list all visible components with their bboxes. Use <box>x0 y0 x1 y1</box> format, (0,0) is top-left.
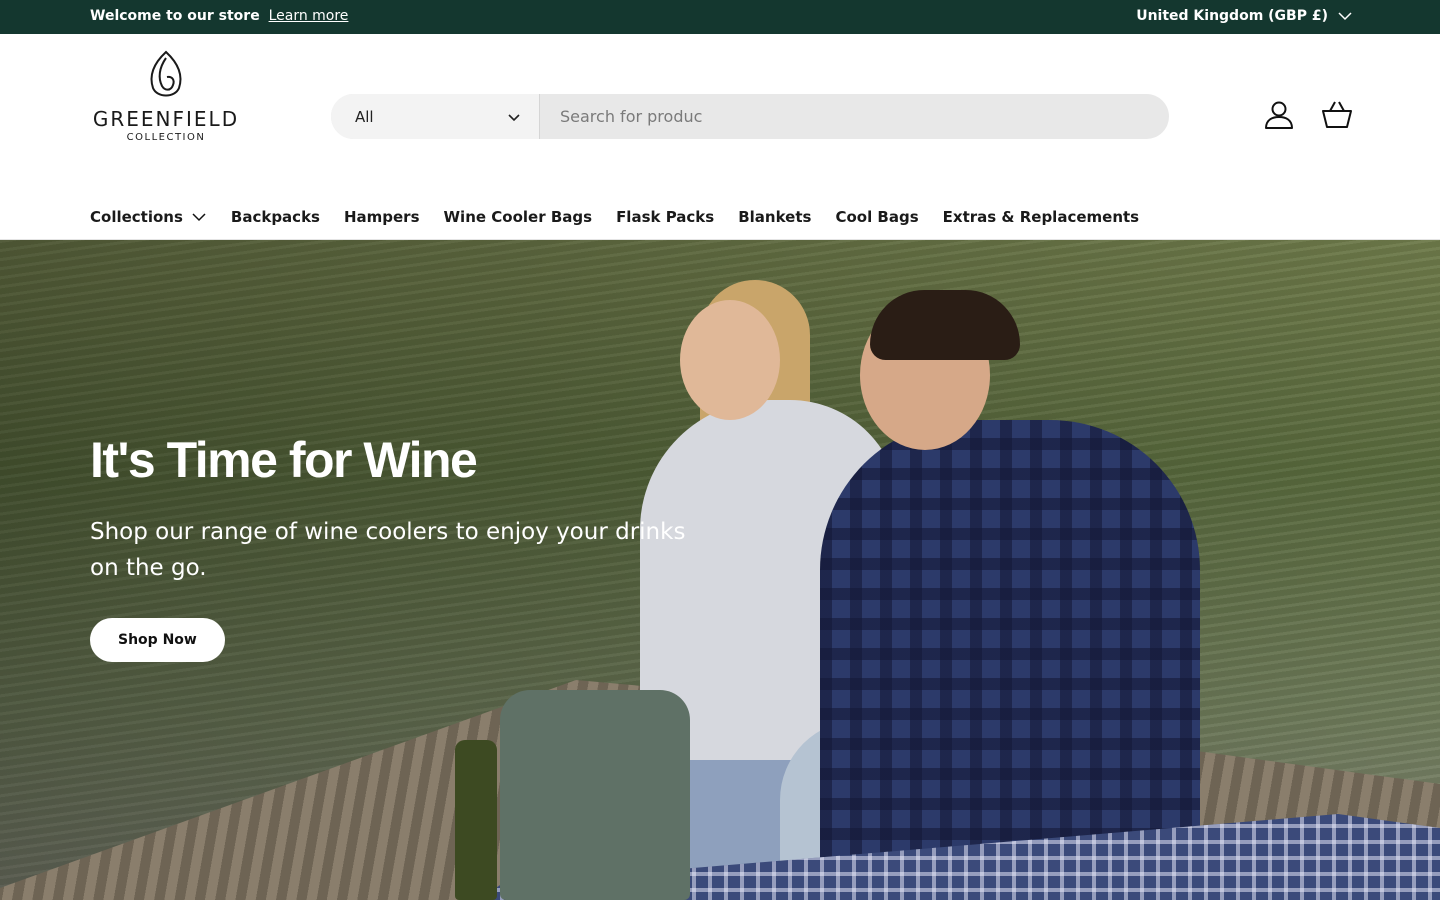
hero-content: It's Time for Wine Shop our range of win… <box>90 430 730 662</box>
hero-subtitle: Shop our range of wine coolers to enjoy … <box>90 519 686 581</box>
region-label: United Kingdom (GBP £) <box>1136 8 1328 24</box>
nav-item-label: Extras & Replacements <box>942 208 1140 226</box>
leaf-logo-icon <box>150 50 182 97</box>
search-bar: All <box>331 94 1169 139</box>
chevron-down-icon <box>1338 12 1352 21</box>
nav-item-label: Hampers <box>343 208 420 226</box>
basket-icon <box>1322 101 1352 128</box>
announcement-bar: Welcome to our store Learn more United K… <box>0 0 1440 34</box>
learn-more-link[interactable]: Learn more <box>269 8 349 24</box>
hero-image-man-body <box>820 420 1200 900</box>
nav-item-hampers[interactable]: Hampers <box>344 208 420 226</box>
user-icon <box>1265 101 1293 129</box>
chevron-down-icon <box>192 213 206 222</box>
hero-image-man-hair <box>870 290 1020 360</box>
hero-image-wine-bottle <box>455 740 497 900</box>
nav-item-label: Wine Cooler Bags <box>443 208 593 226</box>
nav-item-label: Backpacks <box>230 208 320 226</box>
header-icons <box>1262 98 1354 132</box>
nav-item-blankets[interactable]: Blankets <box>738 208 811 226</box>
logo-brand: GREENFIELD <box>92 107 240 131</box>
search-category-select[interactable]: All <box>331 94 540 139</box>
shop-now-button[interactable]: Shop Now <box>90 618 225 662</box>
nav-item-collections[interactable]: Collections <box>90 208 207 226</box>
nav-item-flask-packs[interactable]: Flask Packs <box>616 208 714 226</box>
search-input[interactable] <box>540 94 1169 139</box>
region-selector[interactable]: United Kingdom (GBP £) <box>1136 8 1352 24</box>
cart-button[interactable] <box>1320 98 1354 132</box>
nav-item-label: Flask Packs <box>616 208 715 226</box>
logo[interactable]: GREENFIELD COLLECTION <box>90 50 242 152</box>
hero-image-woman-head <box>680 300 780 420</box>
nav-item-label: Collections <box>90 208 183 226</box>
nav-item-wine-cooler-bags[interactable]: Wine Cooler Bags <box>444 208 593 226</box>
logo-subtitle: COLLECTION <box>126 132 206 143</box>
site-header: GREENFIELD COLLECTION All Collections <box>0 34 1440 240</box>
account-button[interactable] <box>1262 98 1296 132</box>
main-navigation: Collections Backpacks Hampers Wine Coole… <box>90 208 1139 226</box>
nav-item-label: Blankets <box>738 208 812 226</box>
nav-item-extras-replacements[interactable]: Extras & Replacements <box>943 208 1139 226</box>
welcome-text: Welcome to our store <box>90 8 260 24</box>
chevron-down-icon <box>508 113 520 121</box>
hero-title: It's Time for Wine <box>90 432 478 488</box>
hero-image-backpack <box>500 690 690 900</box>
nav-item-label: Cool Bags <box>835 208 919 226</box>
search-category-label: All <box>355 107 374 126</box>
hero-banner: It's Time for Wine Shop our range of win… <box>0 240 1440 900</box>
welcome-message: Welcome to our store Learn more <box>90 8 348 24</box>
nav-item-cool-bags[interactable]: Cool Bags <box>835 208 918 226</box>
nav-item-backpacks[interactable]: Backpacks <box>231 208 320 226</box>
